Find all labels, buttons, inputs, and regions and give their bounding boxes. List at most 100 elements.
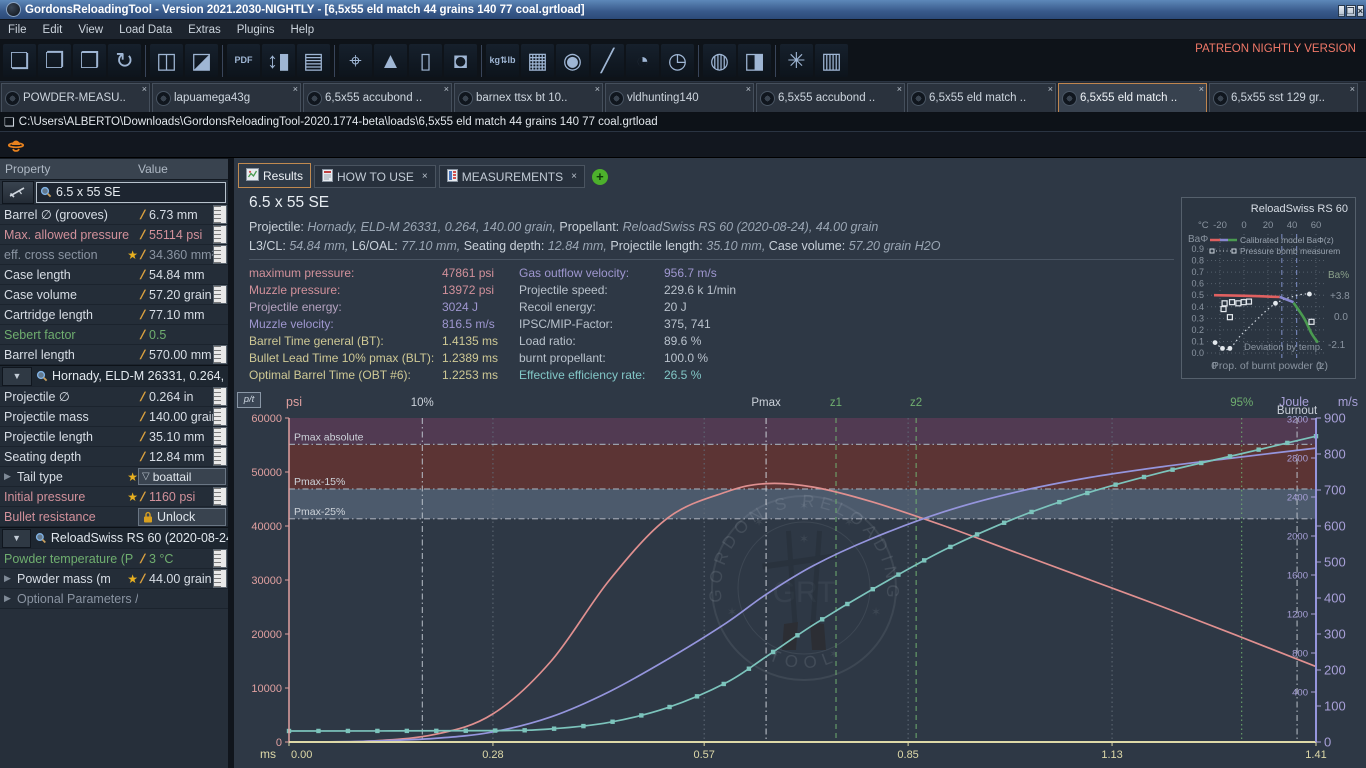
- property-value[interactable]: 0.5: [147, 328, 228, 342]
- menu-item-extras[interactable]: Extras: [180, 24, 229, 36]
- document-tab[interactable]: 6,5x55 sst 129 gr..×: [1209, 83, 1358, 112]
- unlock-button[interactable]: Unlock: [138, 508, 226, 526]
- ruler-editor-icon[interactable]: [213, 205, 227, 224]
- property-value[interactable]: 3 °C: [147, 552, 213, 566]
- tab-close-icon[interactable]: ×: [422, 171, 428, 182]
- collapse-toggle-icon[interactable]: ▼: [2, 367, 32, 386]
- bullet-length-icon[interactable]: ◨: [738, 44, 771, 77]
- tab-close-icon[interactable]: ×: [1199, 85, 1204, 94]
- tab-how-to-use[interactable]: HOW TO USE×: [314, 165, 436, 188]
- property-value[interactable]: 55114 psi: [147, 228, 213, 242]
- menu-item-help[interactable]: Help: [282, 24, 322, 36]
- property-value[interactable]: 44.00 grain: [147, 572, 213, 586]
- trajectory-icon[interactable]: ╱: [591, 44, 624, 77]
- new-file-icon[interactable]: ❏: [3, 44, 36, 77]
- powder-measure-icon[interactable]: ◍: [703, 44, 736, 77]
- minimize-button[interactable]: _: [1338, 5, 1345, 17]
- pressure-time-toggle-button[interactable]: p/t: [237, 392, 261, 408]
- ruler-editor-icon[interactable]: [213, 345, 227, 364]
- restore-button[interactable]: ❐: [1346, 5, 1356, 17]
- export-pdf-icon[interactable]: PDF: [227, 44, 260, 77]
- document-tab[interactable]: lapuamega43g×: [152, 83, 301, 112]
- caliber-icon[interactable]: ◔: [626, 44, 659, 77]
- tab-close-icon[interactable]: ×: [897, 85, 902, 94]
- cartridge-dimensions-icon[interactable]: ↕▮: [262, 44, 295, 77]
- ruler-editor-icon[interactable]: [213, 549, 227, 568]
- tab-close-icon[interactable]: ×: [571, 171, 577, 182]
- property-value[interactable]: 77.10 mm: [147, 308, 228, 322]
- open-file-icon[interactable]: ❐: [38, 44, 71, 77]
- ruler-editor-icon[interactable]: [213, 285, 227, 304]
- cartridge-database-icon[interactable]: ▯: [409, 44, 442, 77]
- property-value[interactable]: 570.00 mm: [147, 348, 213, 362]
- tab-results[interactable]: Results: [238, 163, 311, 188]
- collapse-toggle-icon[interactable]: ▼: [2, 529, 31, 548]
- powder-burn-icon[interactable]: ◉: [556, 44, 589, 77]
- ruler-editor-icon[interactable]: [213, 387, 227, 406]
- menu-item-plugins[interactable]: Plugins: [229, 24, 283, 36]
- obt-clock-icon[interactable]: ◷: [661, 44, 694, 77]
- property-value[interactable]: 1160 psi: [147, 490, 213, 504]
- cartridge-search-field[interactable]: 6.5 x 55 SE: [36, 182, 226, 203]
- document-tab[interactable]: 6,5x55 accubond ..×: [303, 83, 452, 112]
- charge-table-icon[interactable]: ▦: [521, 44, 554, 77]
- ruler-editor-icon[interactable]: [213, 447, 227, 466]
- strain-gauge-icon[interactable]: ▥: [815, 44, 848, 77]
- rifle-select-button[interactable]: [2, 181, 34, 204]
- tab-close-icon[interactable]: ×: [746, 85, 751, 94]
- property-value[interactable]: 35.10 mm: [147, 430, 213, 444]
- ruler-editor-icon[interactable]: [213, 245, 227, 264]
- property-value[interactable]: 6.73 mm: [147, 208, 213, 222]
- property-value[interactable]: 57.20 grain H₂O: [147, 288, 213, 302]
- document-tab[interactable]: 6,5x55 accubond ..×: [756, 83, 905, 112]
- document-tab[interactable]: barnex ttsx bt 10..×: [454, 83, 603, 112]
- favorite-star-icon[interactable]: ★: [123, 490, 138, 504]
- ruler-editor-icon[interactable]: [213, 569, 227, 588]
- projectile-database-icon[interactable]: ▲: [374, 44, 407, 77]
- open-project-icon[interactable]: ❒: [73, 44, 106, 77]
- firearm-database-icon[interactable]: ⌖: [339, 44, 372, 77]
- property-value[interactable]: 54.84 mm: [147, 268, 228, 282]
- ruler-editor-icon[interactable]: [213, 427, 227, 446]
- document-tab[interactable]: 6,5x55 eld match ..×: [907, 83, 1056, 112]
- expand-arrow-icon[interactable]: ▶: [4, 593, 17, 604]
- tab-close-icon[interactable]: ×: [1350, 85, 1355, 94]
- expand-arrow-icon[interactable]: ▶: [4, 471, 17, 482]
- document-tab[interactable]: vldhunting140×: [605, 83, 754, 112]
- save-icon[interactable]: ◫: [150, 44, 183, 77]
- tab-close-icon[interactable]: ×: [142, 85, 147, 94]
- menu-item-file[interactable]: File: [0, 24, 35, 36]
- tail-type-dropdown[interactable]: ▽boattail: [138, 468, 226, 485]
- tab-close-icon[interactable]: ×: [1048, 85, 1053, 94]
- property-value[interactable]: 0.264 in: [147, 390, 213, 404]
- load-report-icon[interactable]: ▤: [297, 44, 330, 77]
- plugins-atom-icon[interactable]: ✳: [780, 44, 813, 77]
- expand-arrow-icon[interactable]: ▶: [4, 573, 17, 584]
- property-value[interactable]: 34.360 mm²: [147, 248, 213, 262]
- menu-item-edit[interactable]: Edit: [35, 24, 71, 36]
- unit-converter-icon[interactable]: kg⇅lb: [486, 44, 519, 77]
- tab-close-icon[interactable]: ×: [595, 85, 600, 94]
- favorite-star-icon[interactable]: ★: [123, 470, 138, 484]
- ruler-editor-icon[interactable]: [213, 407, 227, 426]
- save-as-icon[interactable]: ◪: [185, 44, 218, 77]
- favorite-star-icon[interactable]: ★: [123, 572, 138, 586]
- powder-database-icon[interactable]: ◘: [444, 44, 477, 77]
- property-label-zone: Powder temperature (P: [4, 552, 138, 566]
- ruler-editor-icon[interactable]: [213, 225, 227, 244]
- menu-item-load-data[interactable]: Load Data: [111, 24, 180, 36]
- reload-icon[interactable]: ↻: [108, 44, 141, 77]
- menu-item-view[interactable]: View: [70, 24, 111, 36]
- tab-close-icon[interactable]: ×: [444, 85, 449, 94]
- document-tab[interactable]: POWDER-MEASU..×: [1, 83, 150, 112]
- tab-measurements[interactable]: MEASUREMENTS×: [439, 165, 585, 188]
- ruler-editor-icon[interactable]: [213, 487, 227, 506]
- property-value[interactable]: 12.84 mm: [147, 450, 213, 464]
- close-button[interactable]: ×: [1357, 5, 1364, 17]
- ballistics-chart[interactable]: p/t Pmax absolutePmax-15%Pmax-25%GORDON'…: [234, 390, 1360, 768]
- favorite-star-icon[interactable]: ★: [123, 248, 138, 262]
- property-value[interactable]: 140.00 grain: [147, 410, 213, 424]
- document-tab[interactable]: 6,5x55 eld match ..×: [1058, 83, 1207, 112]
- add-tab-button[interactable]: +: [592, 169, 608, 185]
- tab-close-icon[interactable]: ×: [293, 85, 298, 94]
